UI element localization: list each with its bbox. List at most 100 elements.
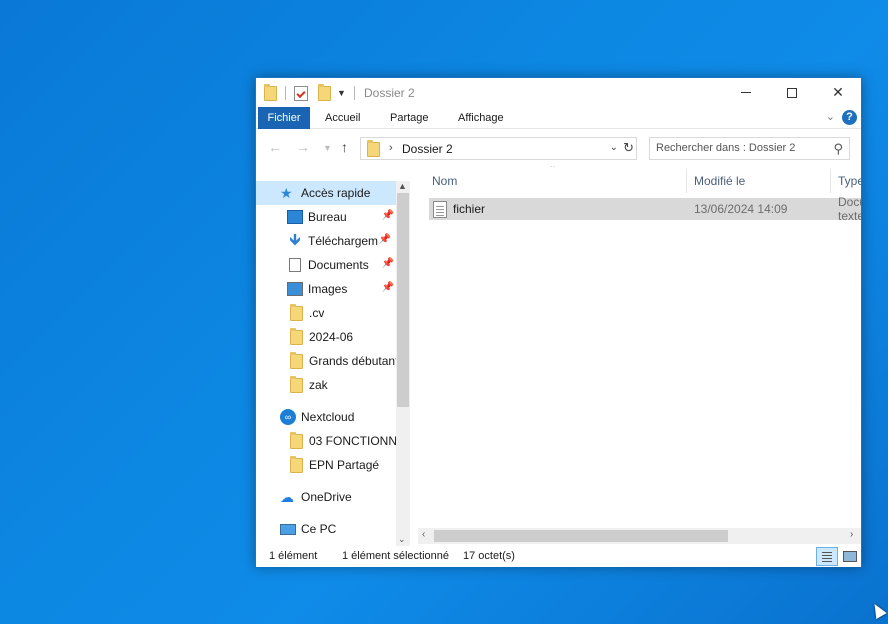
status-bar: 1 élément 1 élément sélectionné 17 octet… [256,546,861,567]
nav-item-label: Ce PC [301,522,337,536]
tab-fichier[interactable]: Fichier [258,107,310,129]
address-dropdown-icon[interactable]: ⌄ [610,142,618,153]
column-divider[interactable] [686,169,687,193]
nav-item-03-fonctionnement[interactable]: 03 FONCTIONNEMENT [256,429,396,453]
scroll-up-icon[interactable]: ▲ [398,181,407,191]
nav-item-documents[interactable]: Documents 📌 [256,253,396,277]
onedrive-icon: ☁ [280,489,294,505]
file-name[interactable]: fichier [453,202,485,216]
properties-icon[interactable] [294,85,308,101]
scrollbar-thumb[interactable] [434,530,728,542]
folder-icon [290,303,303,321]
nav-pane-scrollbar[interactable]: ▲ ⌄ [396,181,410,546]
nav-this-pc[interactable]: Ce PC [256,517,396,541]
large-icons-view-button[interactable] [839,547,861,566]
window-controls: ✕ [723,78,861,107]
expand-ribbon-icon[interactable]: ⌄ [826,110,835,123]
tab-affichage[interactable]: Affichage [458,107,504,129]
help-icon[interactable]: ? [842,110,857,125]
nav-item-label: Bureau [308,210,347,224]
details-view-button[interactable] [816,547,838,566]
tab-partage[interactable]: Partage [390,107,429,129]
download-icon: 🡻 [289,232,301,249]
quick-access-toolbar: ▼ [264,83,359,103]
mouse-cursor-icon [869,600,887,620]
nav-item-2024-06[interactable]: 2024-06 [256,325,396,349]
item-count: 1 élément [269,550,318,562]
column-header-modified[interactable]: Modifié le [694,166,745,196]
nav-item-images[interactable]: Images 📌 [256,277,396,301]
pin-icon: 📌 [381,258,394,269]
nav-item-label: 03 FONCTIONNEMENT [309,434,396,448]
nav-onedrive[interactable]: ☁ OneDrive [256,485,396,509]
file-list: ⌃ Nom Modifié le Type fichier 13/06/2024… [418,166,861,546]
file-modified: 13/06/2024 14:09 [694,202,788,216]
folder-icon [290,351,303,369]
nav-quick-access[interactable]: ★ Accès rapide [256,181,396,205]
folder-icon [367,140,380,157]
scroll-down-icon[interactable]: ⌄ [398,534,406,545]
new-folder-icon[interactable] [318,83,331,101]
column-divider[interactable] [830,169,831,193]
nav-item-label: .cv [309,306,325,320]
table-row[interactable]: fichier 13/06/2024 14:09 Document texte [429,195,861,223]
sort-ascending-icon: ⌃ [549,166,557,173]
search-box[interactable]: ⚲ [649,137,850,160]
desktop-icon [287,210,303,224]
nav-item-label: Accès rapide [301,186,371,200]
nav-item-zak[interactable]: zak [256,373,396,397]
minimize-icon [741,92,751,93]
nav-item-cv[interactable]: .cv [256,301,396,325]
scroll-right-icon[interactable]: › [850,529,853,540]
maximize-icon [787,87,797,98]
nav-nextcloud[interactable]: ∞ Nextcloud [256,405,396,429]
selection-size: 17 octet(s) [463,550,515,562]
folder-icon [290,327,303,345]
scroll-left-icon[interactable]: ‹ [422,529,425,540]
pin-icon: 📌 [381,210,394,221]
close-button[interactable]: ✕ [815,78,861,107]
up-icon[interactable]: ↑ [341,139,348,155]
column-header-name[interactable]: Nom [432,166,457,196]
back-icon[interactable]: ← [268,139,282,155]
nextcloud-icon: ∞ [280,409,296,425]
customize-toolbar-icon[interactable]: ▼ [337,88,346,98]
file-list-horizontal-scrollbar[interactable]: ‹ › [418,528,861,544]
text-file-icon [433,200,447,218]
ribbon-tabs: Fichier Accueil Partage Affichage ⌄ ? [256,107,861,129]
star-icon: ★ [280,185,293,201]
nav-item-grands-debutants[interactable]: Grands débutants [256,349,396,373]
nav-item-label: Grands débutants [309,354,396,368]
column-header-type[interactable]: Type [838,166,861,196]
nav-item-telechargements[interactable]: 🡻 Téléchargements 📌 [256,229,393,253]
toolbar-divider [285,86,286,100]
file-type: Document texte [838,195,861,223]
search-input[interactable] [656,142,826,154]
nav-item-label: zak [309,378,328,392]
nav-item-label: 2024-06 [309,330,354,344]
tab-accueil[interactable]: Accueil [325,107,360,129]
folder-icon [264,83,277,101]
refresh-icon[interactable]: ↻ [623,140,634,156]
documents-icon [289,258,301,272]
maximize-button[interactable] [769,78,815,107]
nav-item-epn-partage[interactable]: EPN Partagé [256,453,396,477]
selection-count: 1 élément sélectionné [342,550,450,562]
address-bar[interactable]: › Dossier 2 ⌄ ↻ [360,137,637,160]
breadcrumb-current[interactable]: Dossier 2 [402,142,453,156]
folder-icon [290,431,303,449]
forward-icon[interactable]: → [296,139,310,155]
window-title: Dossier 2 [364,86,415,100]
scrollbar-thumb[interactable] [397,193,409,407]
search-icon[interactable]: ⚲ [833,141,843,157]
pin-icon: 📌 [381,282,394,293]
toolbar-divider [353,86,355,100]
nav-item-bureau[interactable]: Bureau 📌 [256,205,396,229]
breadcrumb-separator-icon[interactable]: › [389,142,393,154]
minimize-button[interactable] [723,78,769,107]
recent-locations-icon[interactable]: ▼ [323,143,332,153]
title-bar[interactable]: ▼ Dossier 2 ✕ [256,78,861,107]
navigation-bar: ← → ▼ ↑ › Dossier 2 ⌄ ↻ ⚲ [256,129,861,166]
nav-item-label: Nextcloud [301,410,355,424]
pin-icon: 📌 [378,234,391,245]
